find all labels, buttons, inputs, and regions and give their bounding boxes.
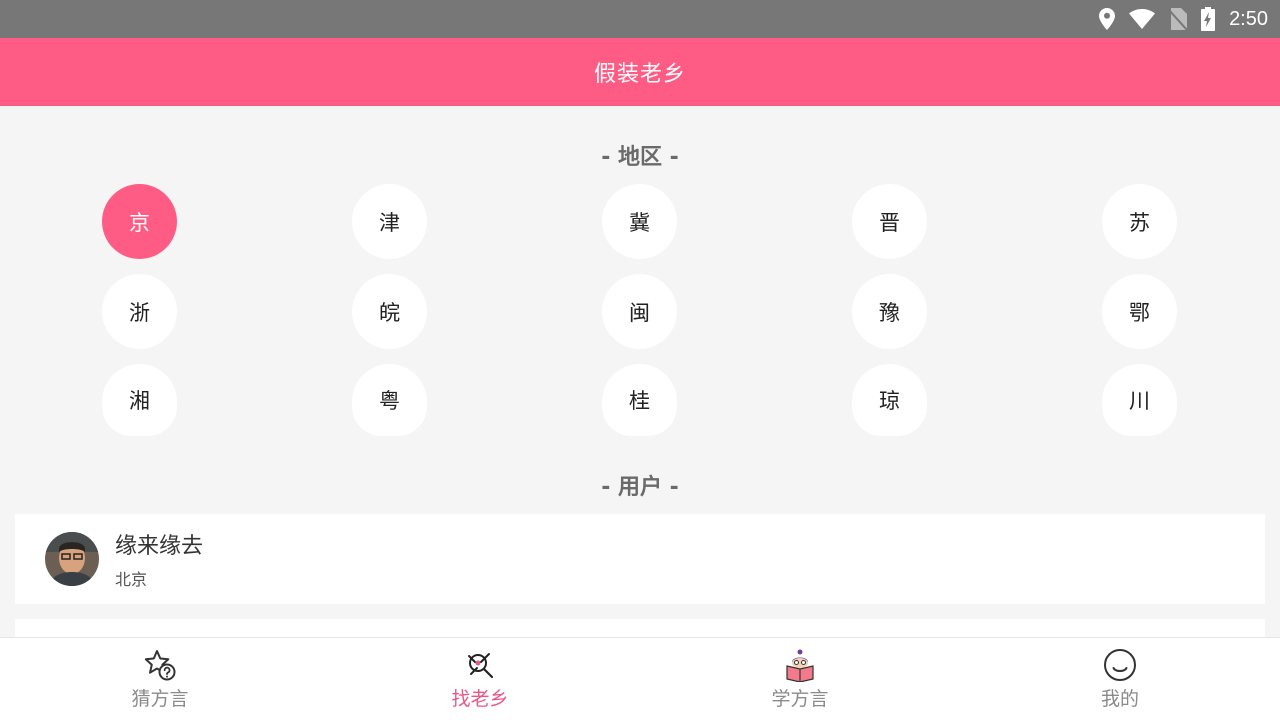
user-name: 缘来缘去: [115, 534, 204, 559]
region-button[interactable]: 京: [102, 184, 177, 259]
nav-tab-guess-dialect[interactable]: 猜方言: [0, 638, 320, 720]
nav-label: 找老乡: [451, 688, 509, 710]
user-list-item[interactable]: 缘来缘去 北京: [15, 514, 1265, 604]
region-button[interactable]: 桂: [602, 364, 677, 436]
star-question-icon: [143, 648, 177, 682]
page-title: 假装老乡: [593, 62, 686, 87]
region-button[interactable]: 津: [352, 184, 427, 259]
nav-tab-find-fellow[interactable]: 找老乡: [320, 638, 640, 720]
smiley-face-icon: [1103, 648, 1137, 682]
app-bar: 假装老乡: [0, 38, 1280, 106]
nav-tab-learn-dialect[interactable]: 学方言: [640, 638, 960, 720]
status-bar: 2:50: [0, 0, 1280, 38]
people-search-icon: [463, 648, 497, 682]
region-button[interactable]: 川: [1102, 364, 1177, 436]
region-button[interactable]: 浙: [102, 274, 177, 349]
region-button[interactable]: 粤: [352, 364, 427, 436]
status-time: 2:50: [1229, 7, 1268, 30]
battery-charging-icon: [1201, 7, 1216, 31]
region-section-title: - 地区 -: [601, 145, 679, 170]
region-button[interactable]: 苏: [1102, 184, 1177, 259]
user-section-title: - 用户 -: [601, 475, 679, 500]
wifi-icon: [1129, 9, 1156, 29]
user-region: 北京: [115, 570, 148, 589]
region-button[interactable]: 晋: [852, 184, 927, 259]
reading-book-icon: [783, 648, 817, 682]
region-button[interactable]: 鄂: [1102, 274, 1177, 349]
region-button[interactable]: 冀: [602, 184, 677, 259]
region-button[interactable]: 皖: [352, 274, 427, 349]
bottom-navigation: 猜方言 找老乡 学方言 我的: [0, 637, 1280, 720]
region-button[interactable]: 闽: [602, 274, 677, 349]
avatar: [45, 532, 99, 586]
region-button[interactable]: 琼: [852, 364, 927, 436]
nav-label: 猜方言: [131, 688, 189, 710]
user-list-item[interactable]: [15, 619, 1265, 639]
location-icon: [1099, 8, 1116, 30]
nav-tab-me[interactable]: 我的: [960, 638, 1280, 720]
nav-label: 学方言: [771, 688, 829, 710]
region-button[interactable]: 湘: [102, 364, 177, 436]
no-sim-icon: [1169, 8, 1188, 30]
nav-label: 我的: [1100, 688, 1139, 710]
region-button[interactable]: 豫: [852, 274, 927, 349]
